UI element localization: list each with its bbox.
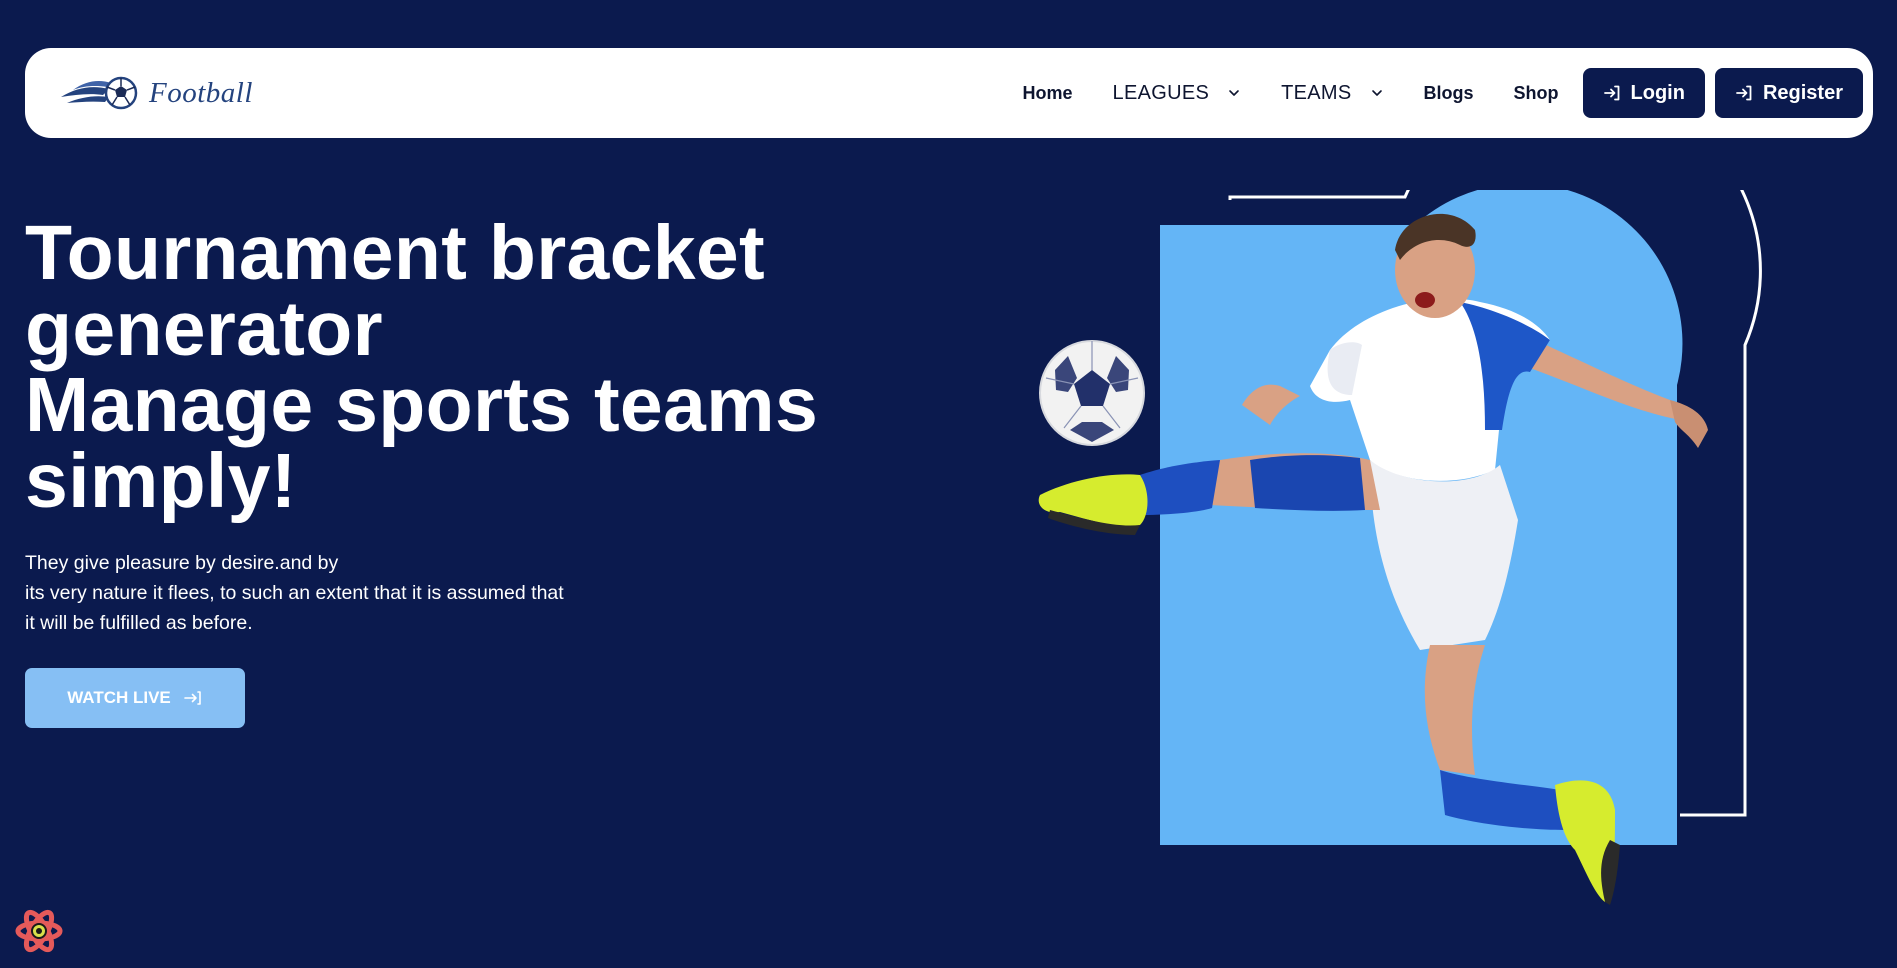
- nav-link-teams[interactable]: TEAMS: [1281, 82, 1383, 105]
- hero-description: They give pleasure by desire.and by its …: [25, 548, 665, 638]
- navbar: Football Home LEAGUES TEAMS Blogs Shop L…: [25, 48, 1873, 138]
- chevron-down-icon: [1229, 90, 1239, 96]
- hero-title-line: generator: [25, 286, 383, 372]
- landing-page: Football Home LEAGUES TEAMS Blogs Shop L…: [0, 0, 1897, 968]
- hero-title-line: simply!: [25, 438, 297, 524]
- soccer-ball-image: [1039, 340, 1145, 446]
- hero-title-line: Manage sports teams: [25, 362, 819, 448]
- nav-link-teams-label: TEAMS: [1281, 81, 1352, 104]
- arrow-right-bracket-icon: [183, 691, 201, 705]
- login-arrow-icon: [1736, 85, 1752, 101]
- login-label: Login: [1630, 81, 1685, 104]
- nav-menu: Home LEAGUES TEAMS Blogs Shop Login Regi…: [1023, 68, 1863, 118]
- hero-title: Tournament bracket generator Manage spor…: [25, 215, 905, 520]
- nav-link-home[interactable]: Home: [1023, 83, 1073, 104]
- register-button[interactable]: Register: [1714, 68, 1863, 118]
- chevron-down-icon: [1371, 90, 1382, 96]
- watch-live-button[interactable]: WATCH LIVE: [25, 668, 245, 728]
- hero-illustration: [1038, 190, 1762, 905]
- register-label: Register: [1762, 81, 1843, 104]
- watch-live-label: WATCH LIVE: [67, 688, 171, 707]
- login-arrow-icon: [1603, 85, 1619, 101]
- nav-link-blogs[interactable]: Blogs: [1424, 83, 1474, 104]
- hero-title-line: Tournament bracket: [25, 210, 765, 296]
- hero-desc-line: it will be fulfilled as before.: [25, 612, 253, 634]
- football-logo-icon: [61, 76, 138, 110]
- logo-text: Football: [149, 76, 253, 109]
- hero-desc-line: They give pleasure by desire.and by: [25, 552, 339, 574]
- nav-link-leagues[interactable]: LEAGUES: [1113, 82, 1242, 105]
- nav-link-shop[interactable]: Shop: [1514, 83, 1559, 104]
- hero-desc-line: its very nature it flees, to such an ext…: [25, 582, 564, 604]
- react-logo-icon[interactable]: [14, 906, 64, 956]
- login-button[interactable]: Login: [1582, 68, 1705, 118]
- nav-link-leagues-label: LEAGUES: [1112, 81, 1210, 104]
- logo[interactable]: Football: [59, 73, 253, 113]
